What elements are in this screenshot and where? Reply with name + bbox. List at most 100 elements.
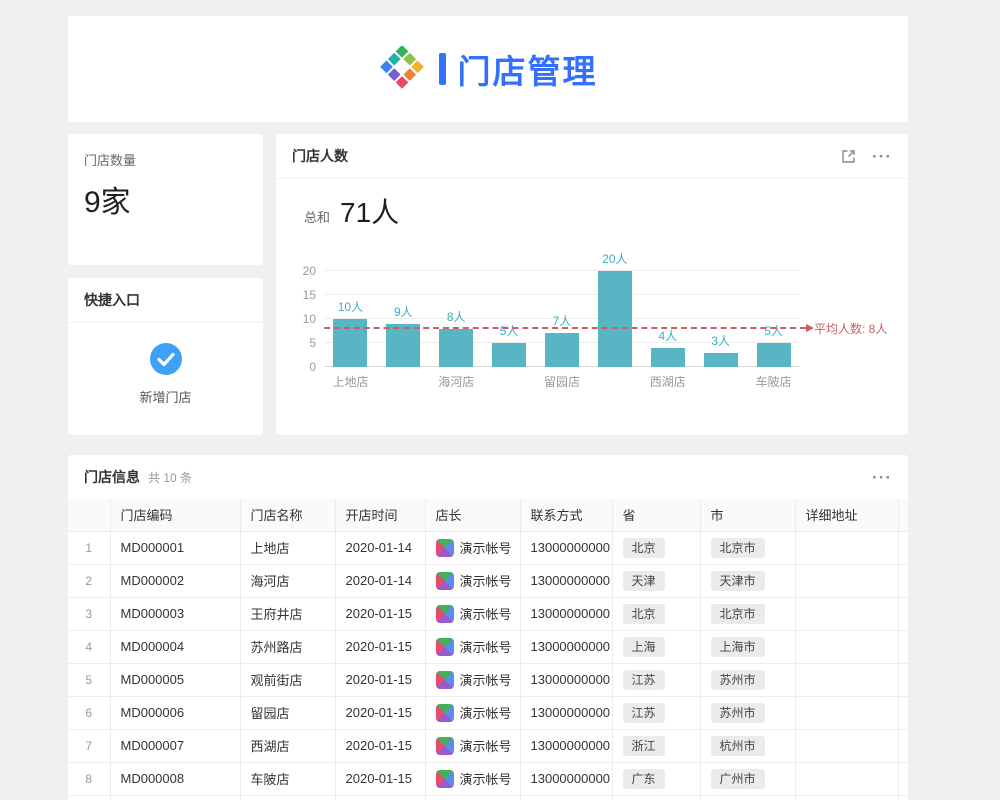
- table-row[interactable]: 6MD000006留园店2020-01-15演示帐号13000000000江苏苏…: [68, 696, 908, 729]
- bar[interactable]: [651, 348, 685, 367]
- store-count-title: 门店数量: [84, 150, 247, 169]
- x-tick-label: 留园店: [536, 373, 589, 390]
- manager-avatar-icon: [436, 605, 454, 623]
- table-row[interactable]: 8MD000008车陂店2020-01-15演示帐号13000000000广东广…: [68, 762, 908, 795]
- cell-province: 上海: [612, 630, 700, 663]
- cell-province: 江苏: [612, 663, 700, 696]
- manager-avatar-icon: [436, 671, 454, 689]
- cell-open-date: 2020-01-15: [335, 729, 425, 762]
- table-row[interactable]: 1MD000001上地店2020-01-14演示帐号13000000000北京北…: [68, 531, 908, 564]
- table-row[interactable]: 7MD000007西湖店2020-01-15演示帐号13000000000浙江杭…: [68, 729, 908, 762]
- manager-name: 演示帐号: [460, 670, 512, 689]
- add-store-label: 新增门店: [139, 387, 191, 406]
- cell-province: 北京: [612, 531, 700, 564]
- bar-value-label: 20人: [602, 250, 627, 267]
- cell-phone: 13000000000: [520, 663, 612, 696]
- col-header-province: 省: [612, 499, 700, 531]
- manager-name: 演示帐号: [460, 538, 512, 557]
- title-accent-bar: [439, 53, 446, 85]
- bar-column: 9人: [377, 271, 430, 367]
- average-line: [324, 327, 806, 329]
- add-store-button[interactable]: 新增门店: [68, 323, 263, 406]
- y-tick-label: 20: [303, 265, 316, 277]
- cell-city: 北京市: [700, 597, 795, 630]
- cell-manager: 演示帐号: [425, 531, 520, 564]
- cell-store-name: 观前街店: [240, 663, 335, 696]
- table-row[interactable]: 9MD000009前埔店2020-01-15演示帐号13000000000福建厦…: [68, 795, 908, 800]
- y-tick-label: 10: [303, 313, 316, 325]
- cell-overflow: [898, 762, 908, 795]
- quick-entry-title: 快捷入口: [84, 290, 140, 310]
- total-value: 71人: [340, 191, 399, 231]
- col-header-manager: 店长: [425, 499, 520, 531]
- table-row[interactable]: 5MD000005观前街店2020-01-15演示帐号13000000000江苏…: [68, 663, 908, 696]
- bar[interactable]: [545, 333, 579, 367]
- cell-store-code: MD000004: [110, 630, 240, 663]
- cell-overflow: [898, 696, 908, 729]
- table-row[interactable]: 3MD000003王府井店2020-01-15演示帐号13000000000北京…: [68, 597, 908, 630]
- cell-manager: 演示帐号: [425, 564, 520, 597]
- region-badge: 上海: [623, 637, 665, 657]
- col-header-open-date: 开店时间: [335, 499, 425, 531]
- cell-store-code: MD000003: [110, 597, 240, 630]
- bar-column: 10人: [324, 271, 377, 367]
- cell-store-code: MD000008: [110, 762, 240, 795]
- y-tick-label: 0: [309, 361, 316, 373]
- cell-overflow: [898, 729, 908, 762]
- cell-overflow: [898, 597, 908, 630]
- cell-city: 苏州市: [700, 663, 795, 696]
- cell-city: 广州市: [700, 762, 795, 795]
- cell-store-code: MD000005: [110, 663, 240, 696]
- chart-bars: 10人9人8人5人7人20人4人3人5人: [324, 271, 800, 367]
- cell-city: 厦门市: [700, 795, 795, 800]
- x-tick-label: [483, 373, 536, 390]
- app-logo-icon: [379, 46, 425, 92]
- bar[interactable]: [492, 343, 526, 367]
- bar-value-label: 5人: [500, 322, 519, 339]
- quick-entry-card: 快捷入口 新增门店: [68, 278, 263, 435]
- region-badge: 天津: [623, 571, 665, 591]
- average-line-arrow: [806, 324, 814, 332]
- cell-province: 北京: [612, 597, 700, 630]
- cell-manager: 演示帐号: [425, 663, 520, 696]
- cell-store-name: 苏州路店: [240, 630, 335, 663]
- table-title: 门店信息: [84, 467, 140, 487]
- cell-open-date: 2020-01-15: [335, 696, 425, 729]
- cell-open-date: 2020-01-15: [335, 630, 425, 663]
- cell-store-name: 前埔店: [240, 795, 335, 800]
- cell-manager: 演示帐号: [425, 630, 520, 663]
- bar-column: 7人: [536, 271, 589, 367]
- bar[interactable]: [439, 329, 473, 367]
- bar[interactable]: [598, 271, 632, 367]
- check-circle-icon: [148, 341, 184, 377]
- bar-column: 5人: [747, 271, 800, 367]
- cell-store-name: 西湖店: [240, 729, 335, 762]
- cell-province: 广东: [612, 762, 700, 795]
- table-more-menu-icon[interactable]: ···: [872, 469, 892, 486]
- manager-avatar-icon: [436, 704, 454, 722]
- cell-store-code: MD000007: [110, 729, 240, 762]
- bar[interactable]: [757, 343, 791, 367]
- cell-store-code: MD000001: [110, 531, 240, 564]
- app-header: 门店管理: [68, 16, 908, 122]
- x-tick-label: [588, 373, 641, 390]
- bar[interactable]: [704, 353, 738, 367]
- table-row[interactable]: 4MD000004苏州路店2020-01-15演示帐号13000000000上海…: [68, 630, 908, 663]
- row-index: 1: [68, 531, 110, 564]
- cell-province: 福建: [612, 795, 700, 800]
- bar[interactable]: [386, 324, 420, 367]
- export-icon[interactable]: [841, 149, 856, 164]
- cell-address: [795, 597, 898, 630]
- table-header-row: 门店编码 门店名称 开店时间 店长 联系方式 省 市 详细地址: [68, 499, 908, 531]
- bar-value-label: 3人: [711, 332, 730, 349]
- cell-store-code: MD000002: [110, 564, 240, 597]
- cell-store-name: 王府井店: [240, 597, 335, 630]
- region-badge: 广东: [623, 769, 665, 789]
- chart-x-axis: 上地店海河店留园店西湖店车陂店: [324, 373, 800, 390]
- cell-phone: 13000000000: [520, 696, 612, 729]
- region-badge: 北京市: [711, 538, 765, 558]
- region-badge: 杭州市: [711, 736, 765, 756]
- row-index: 2: [68, 564, 110, 597]
- chart-more-menu-icon[interactable]: ···: [872, 148, 892, 165]
- table-row[interactable]: 2MD000002海河店2020-01-14演示帐号13000000000天津天…: [68, 564, 908, 597]
